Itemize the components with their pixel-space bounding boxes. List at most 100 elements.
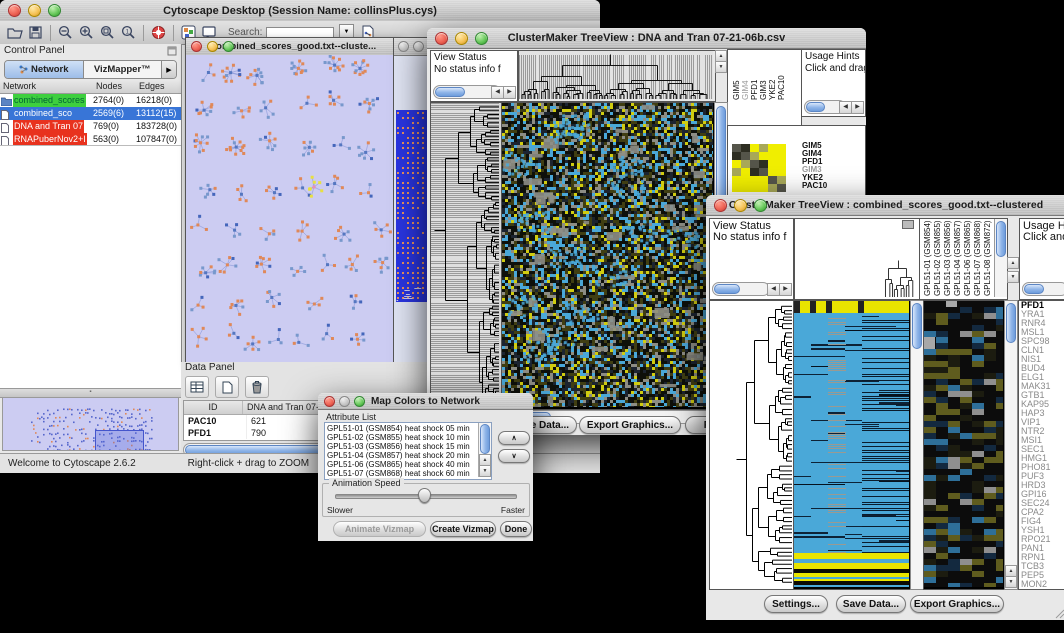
close-button[interactable] [324,396,335,407]
scroll-down-arrow-icon[interactable]: ▼ [1005,576,1017,588]
usage-hints-hscrollbar[interactable] [1022,282,1064,296]
tv1-column-label[interactable]: PAC10 [777,75,786,100]
tv2-collabels-vscrollbar[interactable] [994,219,1007,297]
tv2-column-label[interactable]: GPL51-06 (GSM865) [963,220,972,296]
dialog-titlebar[interactable]: Map Colors to Network [318,393,533,410]
open-folder-icon[interactable] [4,24,25,41]
tv1-column-labels-panel[interactable]: GIM5GIM4PFD1GIM3YKE2PAC10 [727,49,802,127]
network-overview-panel[interactable] [2,397,179,451]
view-status-hscrollbar[interactable] [712,282,770,296]
zoom-in-icon[interactable] [76,24,97,41]
tv2-column-label[interactable]: GPL51-08 (GSM872) [983,220,992,296]
network-view-titlebar[interactable]: combined_scores_good.txt--cluste... [186,38,401,56]
frame-close-button[interactable] [191,41,202,52]
tv2-button-0[interactable]: Settings... [764,595,828,613]
scroll-right-arrow-icon[interactable]: ▶ [503,86,516,99]
treeview2-titlebar[interactable]: ClusterMaker TreeView : combined_scores_… [706,195,1064,216]
delete-attribute-trash-icon[interactable] [245,376,269,398]
tv1-column-label[interactable]: GIM3 [759,80,768,100]
gene-label[interactable]: MON2 [1021,580,1064,589]
tv2-zoom-vscrollbar[interactable]: ▲ ▼ [1004,300,1018,590]
tv2-button-1[interactable]: Save Data... [836,595,906,613]
zoom-button[interactable] [475,32,488,45]
frame-close-button[interactable] [398,41,409,52]
network-name-cell[interactable]: DNA and Tran 07 [0,120,93,133]
tv1-button-1[interactable]: Export Graphics... [579,416,681,434]
scroll-down-arrow-icon[interactable]: ▼ [715,61,727,73]
attribute-list-vscrollbar[interactable]: ▲ ▼ [478,423,491,477]
dp-col-id[interactable]: ID [184,401,243,414]
network-canvas[interactable] [186,55,399,362]
tv1-column-label[interactable]: YKE2 [768,80,777,100]
tv1-column-label[interactable]: GIM4 [741,80,750,100]
attribute-list-item[interactable]: GPL51-07 (GSM868) heat shock 60 min [325,469,479,478]
zoom-selected-icon[interactable] [97,24,118,41]
zoom-out-icon[interactable] [55,24,76,41]
float-panel-icon[interactable] [167,46,177,56]
col-edges[interactable]: Edges [139,80,181,93]
frame-minimize-button[interactable] [207,41,218,52]
network-table-row[interactable]: DNA and Tran 07769(0)183728(0) [0,120,181,133]
tab-overflow-arrow[interactable]: ▶ [161,61,176,78]
done-button[interactable]: Done [500,521,532,537]
treeview1-titlebar[interactable]: ClusterMaker TreeView : DNA and Tran 07-… [427,28,866,49]
scroll-right-arrow-icon[interactable]: ▶ [779,283,792,296]
tv2-column-labels-panel[interactable]: GPL51-01 (GSM854)GPL51-02 (GSM855)GPL51-… [919,218,1008,300]
tv2-column-dendrogram[interactable] [794,218,920,300]
tv2-button-2[interactable]: Export Graphics... [910,595,1004,613]
network-name-cell[interactable]: combined_scores [0,94,93,107]
tv1-row-label[interactable]: PAC10 [802,182,827,190]
network-name-cell[interactable]: combined_sco [0,107,93,120]
zoom-button[interactable] [354,396,365,407]
tab-network[interactable]: Network [5,61,84,78]
minimize-button[interactable] [339,396,350,407]
zoom-actual-size-icon[interactable]: 1 [118,24,139,41]
tv2-column-label[interactable]: GPL51-04 (GSM857) [953,220,962,296]
network-table-row[interactable]: combined_scores2764(0)16218(0) [0,94,181,107]
attribute-list-item[interactable]: GPL51-01 (GSM854) heat shock 05 min [325,424,479,433]
tv2-column-label[interactable]: GPL51-07 (GSM868) [973,220,982,296]
help-lifering-icon[interactable] [148,24,169,41]
attribute-list-item[interactable]: GPL51-02 (GSM855) heat shock 10 min [325,433,479,442]
tv1-heatmap[interactable] [501,102,716,410]
tv2-column-label[interactable]: GPL51-02 (GSM855) [933,220,942,296]
tv2-row-dendrogram[interactable] [709,300,795,590]
attribute-list-item[interactable]: GPL51-03 (GSM856) heat shock 15 min [325,442,479,451]
move-down-button[interactable]: ∨ [498,449,530,463]
resize-grip[interactable] [1053,607,1064,619]
tv1-column-dendrogram[interactable] [518,50,716,102]
tv2-column-label[interactable]: GPL51-03 (GSM856) [943,220,952,296]
zoom-button[interactable] [48,4,61,17]
frame-minimize-button[interactable] [413,41,424,52]
attribute-table-icon[interactable] [185,376,209,398]
minimize-button[interactable] [28,4,41,17]
tv2-global-heatmap[interactable] [793,300,912,590]
main-titlebar[interactable]: Cytoscape Desktop (Session Name: collins… [0,0,600,22]
animation-slider-thumb[interactable] [418,488,431,503]
tv2-gene-labels[interactable]: PFD1YRA1RNR4MSL1SPC98CLN1NIS1BUD4ELG1MAK… [1018,300,1064,590]
tv1-column-label[interactable]: GIM5 [732,80,741,100]
frame-zoom-button[interactable] [223,41,234,52]
attribute-listbox[interactable]: GPL51-01 (GSM854) heat shock 05 minGPL51… [324,422,492,480]
scroll-right-arrow-icon[interactable]: ▶ [851,101,864,114]
tv1-similarity-matrix[interactable] [732,144,786,192]
col-nodes[interactable]: Nodes [96,80,139,93]
network-table-row[interactable]: combined_sco2569(6)13112(15) [0,107,181,120]
col-network[interactable]: Network [0,80,96,93]
tv1-column-label[interactable]: PFD1 [750,80,759,100]
zoom-button[interactable] [754,199,767,212]
save-icon[interactable] [25,24,46,41]
tv2-zoom-heatmap[interactable] [923,300,1006,590]
attribute-list-item[interactable]: GPL51-04 (GSM857) heat shock 20 min [325,451,479,460]
close-button[interactable] [435,32,448,45]
attribute-list-item[interactable]: GPL51-06 (GSM865) heat shock 40 min [325,460,479,469]
close-button[interactable] [8,4,21,17]
create-vizmap-button[interactable]: Create Vizmap [430,521,496,537]
tv2-heatmap-vscrollbar[interactable] [910,300,924,590]
move-up-button[interactable]: ∧ [498,431,530,445]
minimize-button[interactable] [455,32,468,45]
network-list-empty-area[interactable] [0,145,181,389]
close-button[interactable] [714,199,727,212]
network-table-header[interactable]: Network Nodes Edges [0,80,181,94]
tv2-column-label[interactable]: GPL51-01 (GSM854) [923,220,932,296]
